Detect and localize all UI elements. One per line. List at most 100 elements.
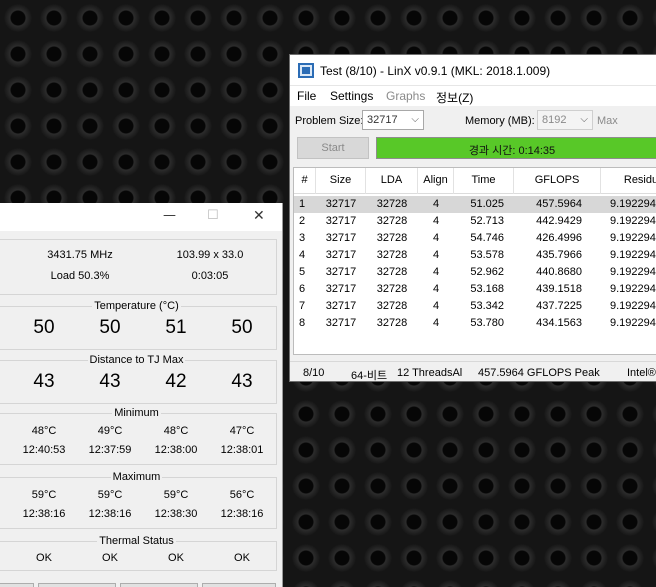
- temp-monitor-titlebar: — ☐ ✕: [0, 203, 282, 231]
- core-distance: 42: [165, 371, 187, 392]
- distance-box: Distance to TJ Max 43 43 42 43: [0, 354, 277, 404]
- table-cell: 4: [432, 317, 440, 329]
- table-cell: 53.780: [470, 317, 504, 329]
- results-table: # Size LDA Align Time GFLOPS Residu 1 327…: [293, 167, 656, 355]
- core-distance: 43: [99, 371, 121, 392]
- table-cell: 439.1518: [536, 283, 582, 295]
- column-header[interactable]: GFLOPS: [514, 168, 601, 194]
- start-button[interactable]: Start: [297, 137, 369, 159]
- table-cell: 4: [432, 283, 440, 295]
- table-row[interactable]: 4 32717 32728 4 53.578 435.7966 9.192294: [294, 247, 656, 264]
- column-header[interactable]: Time: [454, 168, 514, 194]
- max-time: 12:38:16: [22, 508, 66, 520]
- table-cell: 32717: [325, 266, 357, 278]
- max-temp: 56°C: [229, 489, 255, 501]
- progress-bar: 경과 시간: 0:14:35: [376, 137, 656, 159]
- status-cpu: Intel®: [627, 367, 656, 379]
- table-row[interactable]: 1 32717 32728 4 51.025 457.5964 9.192294: [294, 196, 656, 213]
- cpu-load: Load 50.3%: [50, 270, 110, 282]
- table-cell: 9.192294: [610, 266, 656, 278]
- cpu-info-box: 3431.75 MHz 103.99 x 33.0 Load 50.3% 0:0…: [0, 239, 277, 295]
- min-time: 12:40:53: [22, 444, 66, 456]
- maximum-box: Maximum 59°C 59°C 59°C 56°C 12:38:16 12:…: [0, 471, 277, 529]
- table-cell: 32728: [376, 283, 408, 295]
- bottom-button[interactable]: [120, 583, 198, 587]
- thermal-status-label: Thermal Status: [97, 535, 176, 547]
- column-header[interactable]: Size: [316, 168, 366, 194]
- table-cell: 32728: [376, 198, 408, 210]
- table-cell: 32728: [376, 232, 408, 244]
- table-row[interactable]: 8 32717 32728 4 53.780 434.1563 9.192294: [294, 315, 656, 332]
- table-cell: 51.025: [470, 198, 504, 210]
- bottom-button[interactable]: [202, 583, 276, 587]
- table-cell: 9.192294: [610, 300, 656, 312]
- table-row[interactable]: 7 32717 32728 4 53.342 437.7225 9.192294: [294, 298, 656, 315]
- menu-about[interactable]: 정보(Z): [436, 89, 473, 106]
- table-cell: 32717: [325, 317, 357, 329]
- menu-settings[interactable]: Settings: [330, 89, 373, 103]
- max-time: 12:38:30: [154, 508, 198, 520]
- core-temp: 50: [33, 317, 55, 338]
- minimum-box: Minimum 48°C 49°C 48°C 47°C 12:40:53 12:…: [0, 407, 277, 465]
- table-cell: 9.192294: [610, 215, 656, 227]
- table-cell: 32728: [376, 215, 408, 227]
- table-cell: 9.192294: [610, 249, 656, 261]
- thermal-status: OK: [102, 552, 118, 564]
- column-header[interactable]: Residu: [601, 168, 656, 194]
- minimize-icon[interactable]: —: [163, 208, 176, 223]
- column-header[interactable]: Align: [418, 168, 454, 194]
- memory-combo[interactable]: 8192 ⌵: [537, 110, 593, 130]
- table-row[interactable]: 6 32717 32728 4 53.168 439.1518 9.192294: [294, 281, 656, 298]
- temp-monitor-window: — ☐ ✕ 3431.75 MHz 103.99 x 33.0 Load 50.…: [0, 203, 283, 587]
- core-distance: 43: [33, 371, 55, 392]
- memory-value: 8192: [542, 114, 567, 126]
- min-time: 12:38:00: [154, 444, 198, 456]
- close-icon[interactable]: ✕: [253, 208, 265, 224]
- min-time: 12:38:01: [220, 444, 264, 456]
- table-cell: 442.9429: [536, 215, 582, 227]
- table-cell: 434.1563: [536, 317, 582, 329]
- table-row[interactable]: 2 32717 32728 4 52.713 442.9429 9.192294: [294, 213, 656, 230]
- max-label[interactable]: Max: [597, 115, 618, 127]
- core-temp: 50: [99, 317, 121, 338]
- table-row[interactable]: 3 32717 32728 4 54.746 426.4996 9.192294: [294, 230, 656, 247]
- memory-label: Memory (MB):: [465, 115, 535, 127]
- chevron-down-icon: ⌵: [580, 114, 588, 125]
- table-cell: 4: [432, 266, 440, 278]
- table-cell: 32717: [325, 215, 357, 227]
- bottom-button[interactable]: [38, 583, 116, 587]
- bottom-button[interactable]: [0, 583, 34, 587]
- minimum-label: Minimum: [112, 407, 161, 419]
- problem-size-combo[interactable]: 32717 ⌵: [362, 110, 424, 130]
- table-cell: 9.192294: [610, 232, 656, 244]
- table-cell: 2: [299, 215, 306, 227]
- core-distance: 43: [231, 371, 253, 392]
- temperature-box: Temperature (°C) 50 50 51 50: [0, 300, 277, 350]
- status-threads: 12 ThreadsAl: [397, 367, 463, 379]
- table-cell: 53.578: [470, 249, 504, 261]
- table-cell: 7: [299, 300, 306, 312]
- menu-graphs[interactable]: Graphs: [386, 89, 425, 103]
- linx-titlebar: Test (8/10) - LinX v0.9.1 (MKL: 2018.1.0…: [290, 55, 656, 86]
- min-temp: 47°C: [229, 425, 255, 437]
- table-cell: 32728: [376, 266, 408, 278]
- column-header[interactable]: LDA: [366, 168, 418, 194]
- table-cell: 53.342: [470, 300, 504, 312]
- status-peak: 457.5964 GFLOPS Peak: [478, 367, 600, 379]
- status-bar: 8/10 64-비트 12 ThreadsAl 457.5964 GFLOPS …: [290, 361, 656, 381]
- table-cell: 435.7966: [536, 249, 582, 261]
- core-temp: 51: [165, 317, 187, 338]
- table-cell: 32717: [325, 249, 357, 261]
- table-row[interactable]: 5 32717 32728 4 52.962 440.8680 9.192294: [294, 264, 656, 281]
- maximize-icon[interactable]: ☐: [207, 208, 219, 223]
- table-cell: 32728: [376, 300, 408, 312]
- column-header[interactable]: #: [294, 168, 316, 194]
- table-cell: 32728: [376, 317, 408, 329]
- table-cell: 457.5964: [536, 198, 582, 210]
- table-cell: 1: [299, 198, 306, 210]
- table-cell: 440.8680: [536, 266, 582, 278]
- problem-size-label: Problem Size:: [295, 115, 364, 127]
- thermal-status-box: Thermal Status OK OK OK OK: [0, 535, 277, 571]
- menu-file[interactable]: File: [297, 89, 316, 103]
- table-cell: 9.192294: [610, 317, 656, 329]
